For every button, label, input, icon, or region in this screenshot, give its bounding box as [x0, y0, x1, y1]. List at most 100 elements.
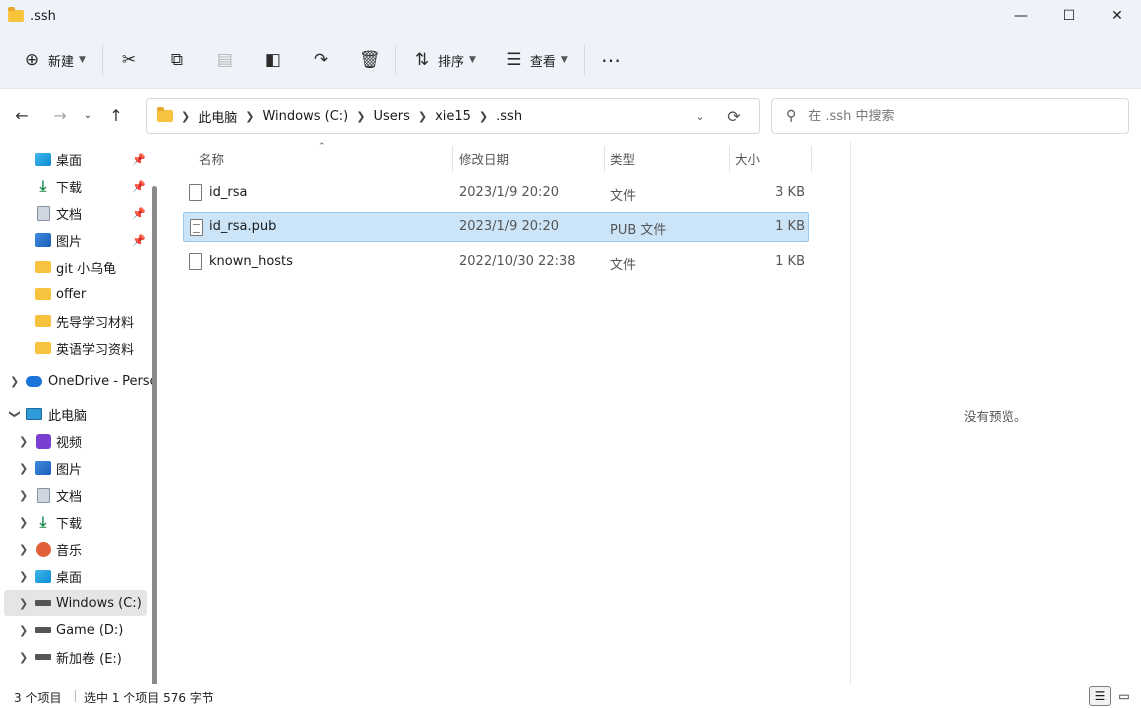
- preview-message: 没有预览。: [964, 409, 1027, 424]
- column-divider[interactable]: [811, 146, 812, 172]
- breadcrumb-ssh[interactable]: .ssh: [496, 109, 522, 124]
- breadcrumb-users[interactable]: Users: [373, 109, 409, 124]
- column-divider[interactable]: [729, 146, 730, 172]
- chevron-right-icon[interactable]: ❯: [19, 597, 29, 610]
- toolbar-divider: [101, 45, 103, 75]
- download-icon: ⤓: [39, 513, 47, 531]
- column-header-size[interactable]: 大小: [735, 142, 760, 174]
- recent-locations-button[interactable]: ⌄: [74, 110, 102, 121]
- sidebar-item-study-materials[interactable]: 先导学习材料: [0, 308, 150, 334]
- view-button[interactable]: ☰ 查看 ▼: [496, 42, 576, 78]
- refresh-icon[interactable]: ⟳: [717, 107, 751, 126]
- sidebar-item-label: offer: [56, 286, 87, 302]
- sidebar-item-music[interactable]: ❯ 音乐: [0, 536, 150, 562]
- file-row[interactable]: id_rsa.pub 2023/1/9 20:20 PUB 文件 1 KB: [183, 212, 809, 242]
- chevron-right-icon[interactable]: ❯: [19, 651, 29, 664]
- sort-ascending-icon: ⌃: [318, 142, 326, 152]
- delete-button[interactable]: 🗑: [351, 42, 387, 78]
- sidebar-item-onedrive[interactable]: ❯ OneDrive - Perso: [0, 368, 158, 394]
- text-file-icon: [190, 219, 203, 236]
- sidebar-item-game-d[interactable]: ❯ Game (D:): [0, 617, 150, 643]
- sidebar-item-windows-c[interactable]: ❯ Windows (C:): [4, 590, 147, 616]
- window-title: .ssh: [30, 8, 56, 24]
- sidebar-item-label: OneDrive - Perso: [48, 373, 158, 389]
- copy-button[interactable]: ⧉: [159, 42, 195, 78]
- chevron-right-icon[interactable]: ❯: [19, 570, 29, 583]
- sidebar-item-pictures[interactable]: ❯ 图片: [0, 455, 150, 481]
- sidebar-item-pictures-pinned[interactable]: 图片 📌: [0, 227, 150, 253]
- command-bar: ⊕ 新建 ▼ ✂ ⧉ ▤ ◧ ↷ 🗑 ⇅ 排序 ▼ ☰ 查看 ▼ ⋯: [0, 32, 1141, 88]
- chevron-down-icon[interactable]: ⌄: [683, 110, 717, 123]
- sidebar-item-documents-pinned[interactable]: 文档 📌: [0, 200, 150, 226]
- sidebar-item-this-pc[interactable]: ❯ 此电脑: [0, 401, 150, 427]
- column-header-type[interactable]: 类型: [610, 142, 635, 174]
- desktop-icon: [35, 152, 51, 166]
- paste-button[interactable]: ▤: [207, 42, 243, 78]
- new-button[interactable]: ⊕ 新建 ▼: [14, 42, 94, 78]
- search-input[interactable]: [808, 108, 1099, 124]
- sort-label: 排序: [437, 54, 464, 70]
- sidebar-item-desktop[interactable]: ❯ 桌面: [0, 563, 150, 589]
- chevron-down-icon[interactable]: ❯: [9, 409, 22, 419]
- chevron-right-icon[interactable]: ❯: [19, 435, 29, 448]
- share-button[interactable]: ↷: [303, 42, 339, 78]
- sidebar-item-downloads[interactable]: ❯ ⤓ 下载: [0, 509, 150, 535]
- minimize-button[interactable]: —: [997, 0, 1045, 32]
- search-box[interactable]: ⚲: [771, 98, 1129, 134]
- pin-icon: 📌: [132, 179, 146, 193]
- sidebar-item-videos[interactable]: ❯ 视频: [0, 428, 150, 454]
- chevron-right-icon[interactable]: ❯: [19, 462, 29, 475]
- column-divider[interactable]: [452, 146, 453, 172]
- preview-pane-divider[interactable]: [850, 142, 851, 684]
- breadcrumb-this-pc[interactable]: 此电脑: [198, 107, 237, 126]
- sidebar-item-new-volume-e[interactable]: ❯ 新加卷 (E:): [0, 644, 150, 670]
- more-icon: ⋯: [600, 48, 622, 72]
- up-button[interactable]: ↑: [102, 106, 130, 125]
- chevron-down-icon: ▼: [468, 55, 476, 65]
- close-button[interactable]: ✕: [1093, 0, 1141, 32]
- cut-button[interactable]: ✂: [111, 42, 147, 78]
- file-icon: [189, 253, 202, 270]
- view-label: 查看: [529, 54, 556, 70]
- sidebar-item-documents[interactable]: ❯ 文档: [0, 482, 150, 508]
- sort-button[interactable]: ⇅ 排序 ▼: [404, 42, 484, 78]
- navigation-pane: 桌面 📌 ⤓ 下载 📌 文档 📌 图片 📌 git 小乌龟 offer 先导学习…: [0, 142, 163, 684]
- chevron-right-icon[interactable]: ❯: [19, 624, 29, 637]
- file-row[interactable]: known_hosts 2022/10/30 22:38 文件 1 KB: [183, 247, 809, 277]
- breadcrumb-xie15[interactable]: xie15: [435, 109, 471, 124]
- forward-button[interactable]: →: [46, 106, 74, 125]
- sidebar-item-label: 桌面: [56, 570, 83, 586]
- status-divider: [75, 690, 76, 702]
- sidebar-item-label: 先导学习材料: [56, 315, 135, 331]
- sidebar-item-downloads-pinned[interactable]: ⤓ 下载 📌: [0, 173, 150, 199]
- sidebar-item-desktop-pinned[interactable]: 桌面 📌: [0, 146, 150, 172]
- address-actions: ⌄ ⟳: [683, 99, 751, 133]
- sidebar-item-english-materials[interactable]: 英语学习资料: [0, 335, 150, 361]
- column-header-name[interactable]: 名称: [199, 142, 224, 174]
- chevron-right-icon[interactable]: ❯: [19, 543, 29, 556]
- folder-icon: [35, 287, 51, 301]
- back-button[interactable]: ←: [8, 106, 36, 125]
- pictures-icon: [35, 233, 51, 247]
- column-header-modified[interactable]: 修改日期: [459, 142, 509, 174]
- sidebar-scrollbar[interactable]: [152, 186, 157, 684]
- maximize-button[interactable]: ☐: [1045, 0, 1093, 32]
- details-view-button[interactable]: ☰: [1089, 686, 1111, 706]
- breadcrumb-windows-c[interactable]: Windows (C:): [262, 109, 348, 124]
- chevron-right-icon[interactable]: ❯: [10, 375, 20, 388]
- sidebar-item-offer[interactable]: offer: [0, 281, 150, 307]
- rename-button[interactable]: ◧: [255, 42, 291, 78]
- drive-icon: [35, 623, 51, 637]
- address-bar[interactable]: ❯ 此电脑 ❯ Windows (C:) ❯ Users ❯ xie15 ❯ .…: [146, 98, 760, 134]
- sidebar-item-git[interactable]: git 小乌龟: [0, 254, 150, 280]
- chevron-right-icon[interactable]: ❯: [19, 489, 29, 502]
- chevron-right-icon[interactable]: ❯: [19, 516, 29, 529]
- file-row[interactable]: id_rsa 2023/1/9 20:20 文件 3 KB: [183, 178, 809, 208]
- sidebar-item-label: 视频: [56, 435, 83, 451]
- tiles-view-button[interactable]: ▭: [1113, 686, 1135, 706]
- sidebar-item-label: 桌面: [56, 153, 83, 169]
- file-modified: 2023/1/9 20:20: [459, 185, 559, 200]
- file-size: 3 KB: [775, 185, 805, 200]
- column-divider[interactable]: [604, 146, 605, 172]
- more-options-button[interactable]: ⋯: [593, 42, 629, 78]
